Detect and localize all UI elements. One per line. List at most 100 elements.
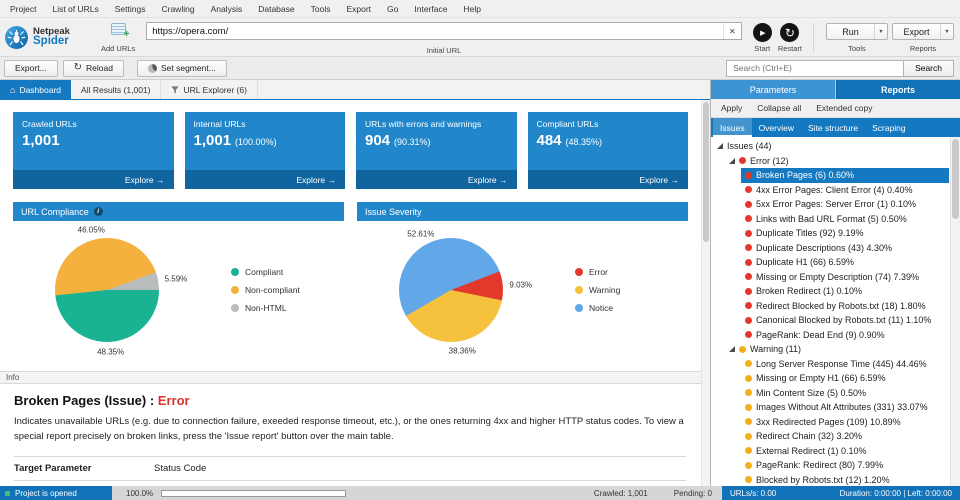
info-icon[interactable]: i	[93, 207, 103, 216]
panel-vertical-scrollbar[interactable]	[950, 137, 960, 486]
tree-item-duplicate-titles-92-9-19[interactable]: Duplicate Titles (92) 9.19%	[741, 226, 949, 241]
legend-color-dot	[575, 268, 583, 276]
tab-all-results-1-001[interactable]: All Results (1,001)	[71, 80, 162, 99]
menu-item-analysis[interactable]: Analysis	[203, 4, 251, 14]
severity-dot	[745, 171, 752, 179]
explore-button[interactable]: Explore →	[356, 170, 517, 189]
reload-button[interactable]: ↻ Reload	[62, 59, 124, 77]
add-urls-label: Add URLs	[101, 44, 136, 53]
tree-item-broken-pages-6-0-60[interactable]: Broken Pages (6) 0.60%	[741, 168, 949, 183]
panel-action-collapse-all[interactable]: Collapse all	[757, 103, 801, 113]
tree-group-warning-11[interactable]: Warning (11)	[725, 342, 949, 357]
scrollbar-thumb[interactable]	[703, 102, 709, 242]
explore-button[interactable]: Explore →	[184, 170, 345, 189]
card-title: Internal URLs	[193, 119, 246, 129]
reload-label: Reload	[86, 63, 113, 73]
tree-group-error-12[interactable]: Error (12)	[725, 154, 949, 169]
tab-dashboard[interactable]: ⌂ Dashboard	[0, 80, 72, 99]
panel-tab-parameters[interactable]: Parameters	[711, 80, 836, 99]
cards-row: Crawled URLs 1,001 Explore → Internal URLs 1…	[13, 112, 688, 189]
main-vertical-scrollbar[interactable]	[701, 100, 710, 486]
severity-dot	[745, 244, 752, 252]
panel-subtab-scraping[interactable]: Scraping	[865, 118, 913, 137]
panel-action-extended-copy[interactable]: Extended copy	[816, 103, 872, 113]
search-input[interactable]	[726, 59, 905, 77]
tree-item-label: Broken Pages (6) 0.60%	[756, 170, 855, 181]
tree-item-duplicate-descriptions-43-4-30[interactable]: Duplicate Descriptions (43) 4.30%	[741, 241, 949, 256]
tab-url-explorer-6[interactable]: URL Explorer (6)	[161, 80, 258, 99]
restart-icon: ↻	[784, 25, 795, 40]
menu-item-settings[interactable]: Settings	[107, 4, 154, 14]
tree-item-4xx-error-pages-client-error-4-0-40[interactable]: 4xx Error Pages: Client Error (4) 0.40%	[741, 183, 949, 198]
content-region: ⌂ Dashboard All Results (1,001) URL Explore…	[0, 80, 960, 486]
severity-dot	[745, 418, 752, 426]
tree-item-blocked-by-robots-txt-12-1-20[interactable]: Blocked by Robots.txt (12) 1.20%	[741, 473, 949, 487]
start-button[interactable]: ▶	[752, 23, 772, 42]
scrollbar-thumb[interactable]	[952, 139, 959, 219]
tree-item-images-without-alt-attributes-331-33-07[interactable]: Images Without Alt Attributes (331) 33.0…	[741, 400, 949, 415]
tree-root-issues[interactable]: Issues (44)	[713, 139, 949, 154]
tree-item-missing-or-empty-description-74-7-39[interactable]: Missing or Empty Description (74) 7.39%	[741, 270, 949, 285]
menu-item-go[interactable]: Go	[379, 4, 406, 14]
tree-item-duplicate-h1-66-6-59[interactable]: Duplicate H1 (66) 6.59%	[741, 255, 949, 270]
run-group: Run ▼ Tools	[826, 20, 888, 55]
tree-item-min-content-size-5-0-50[interactable]: Min Content Size (5) 0.50%	[741, 386, 949, 401]
severity-dot	[745, 287, 752, 295]
severity-dot	[745, 302, 752, 310]
summary-card-compliant-urls: Compliant URLs 484 (48.35%) Explore →	[527, 112, 688, 189]
severity-dot	[745, 432, 752, 440]
menu-item-interface[interactable]: Interface	[406, 4, 455, 14]
tree-item-label: Missing or Empty H1 (66) 6.59%	[756, 373, 886, 384]
tree-item-label: PageRank: Dead End (9) 0.90%	[756, 329, 885, 340]
tree-item-long-server-response-time-445-44-46[interactable]: Long Server Response Time (445) 44.46%	[741, 357, 949, 372]
tree-item-links-with-bad-url-format-5-0-50[interactable]: Links with Bad URL Format (5) 0.50%	[741, 212, 949, 227]
panel-action-apply[interactable]: Apply	[721, 103, 742, 113]
tree-item-redirect-chain-32-3-20[interactable]: Redirect Chain (32) 3.20%	[741, 429, 949, 444]
initial-url-input[interactable]	[147, 23, 723, 39]
menu-item-help[interactable]: Help	[455, 4, 488, 14]
restart-label: Restart	[777, 44, 802, 53]
tree-item-label: Duplicate H1 (66) 6.59%	[756, 257, 855, 268]
panel-subtab-issues[interactable]: Issues	[713, 118, 752, 137]
add-urls-icon	[110, 23, 130, 40]
menu-item-list-of-urls[interactable]: List of URLs	[44, 4, 106, 14]
export-button[interactable]: Export ▼	[892, 23, 954, 40]
legend-color-dot	[231, 286, 239, 294]
tree-item-label: External Redirect (1) 0.10%	[756, 445, 867, 456]
export-results-button[interactable]: Export...	[4, 59, 58, 77]
clear-url-button[interactable]: ✕	[722, 23, 741, 39]
tree-item-redirect-blocked-by-robots-txt-18-1-80[interactable]: Redirect Blocked by Robots.txt (18) 1.80…	[741, 299, 949, 314]
set-segment-button[interactable]: Set segment...	[136, 59, 227, 77]
explore-button[interactable]: Explore →	[13, 170, 174, 189]
tree-item-broken-redirect-1-0-10[interactable]: Broken Redirect (1) 0.10%	[741, 284, 949, 299]
tab-label: Dashboard	[19, 84, 62, 95]
tree-item-external-redirect-1-0-10[interactable]: External Redirect (1) 0.10%	[741, 444, 949, 459]
restart-button[interactable]: ↻	[780, 23, 800, 42]
panel-subtab-overview[interactable]: Overview	[752, 118, 801, 137]
chevron-down-icon[interactable]: ▼	[940, 24, 953, 39]
status-bar: Project is opened 100.0% Crawled: 1,001 …	[0, 486, 960, 500]
panel-tab-reports[interactable]: Reports	[836, 80, 960, 99]
tree-item-pagerank-redirect-80-7-99[interactable]: PageRank: Redirect (80) 7.99%	[741, 458, 949, 473]
add-urls-button[interactable]: Add URLs	[98, 20, 138, 55]
tools-group-label: Tools	[848, 44, 866, 53]
menu-item-database[interactable]: Database	[250, 4, 302, 14]
tree-item-canonical-blocked-by-robots-txt-11-1-10[interactable]: Canonical Blocked by Robots.txt (11) 1.1…	[741, 313, 949, 328]
menu-item-tools[interactable]: Tools	[303, 4, 339, 14]
menu-item-export[interactable]: Export	[338, 4, 379, 14]
tree-item-missing-or-empty-h1-66-6-59[interactable]: Missing or Empty H1 (66) 6.59%	[741, 371, 949, 386]
tree-item-pagerank-dead-end-9-0-90[interactable]: PageRank: Dead End (9) 0.90%	[741, 328, 949, 343]
chevron-down-icon[interactable]: ▼	[874, 24, 887, 39]
tree-item-5xx-error-pages-server-error-1-0-10[interactable]: 5xx Error Pages: Server Error (1) 0.10%	[741, 197, 949, 212]
issue-title: Broken Pages (Issue) : Error	[14, 393, 686, 408]
menu-item-project[interactable]: Project	[2, 4, 44, 14]
progress-segment: 100.0% Crawled: 1,001 Pending: 0	[112, 486, 722, 500]
search-button[interactable]: Search	[904, 59, 954, 77]
explore-button[interactable]: Explore →	[527, 170, 688, 189]
tree-item-3xx-redirected-pages-109-10-89[interactable]: 3xx Redirected Pages (109) 10.89%	[741, 415, 949, 430]
run-button[interactable]: Run ▼	[826, 23, 888, 40]
panel-subtab-site-structure[interactable]: Site structure	[801, 118, 865, 137]
severity-dot	[745, 316, 752, 324]
menu-item-crawling[interactable]: Crawling	[153, 4, 202, 14]
chart-legend: Compliant Non-compliant Non-HTML	[231, 267, 300, 313]
